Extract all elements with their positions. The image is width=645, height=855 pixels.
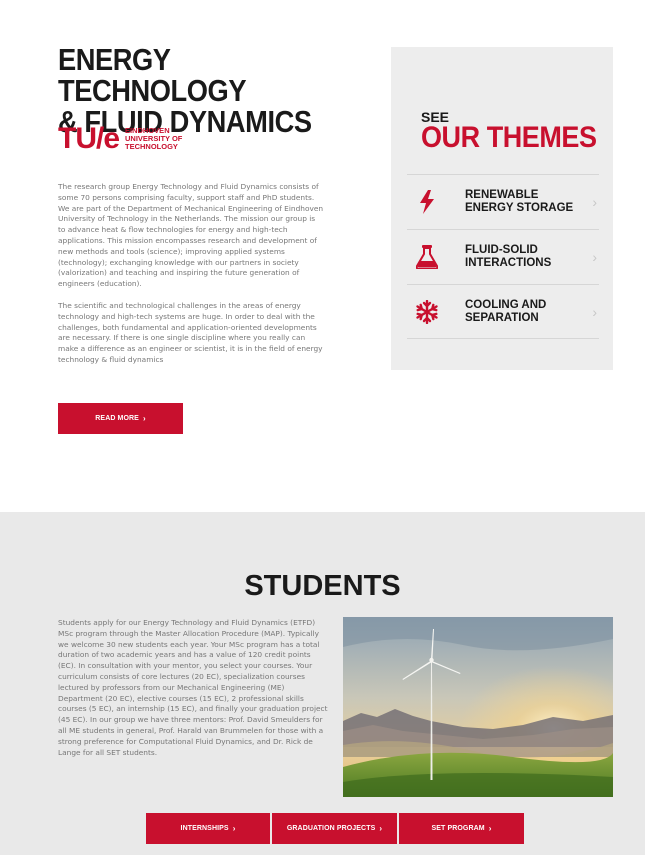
theme-item-cooling-and-separation[interactable]: COOLING AND SEPARATION › (407, 284, 599, 339)
lightning-icon (407, 175, 447, 229)
tue-logo[interactable]: TU/e EINDHOVEN UNIVERSITY OF TECHNOLOGY (58, 124, 182, 154)
chevron-right-icon: › (142, 414, 146, 423)
page-title-line1: ENERGY TECHNOLOGY (58, 42, 247, 108)
theme-item-renewable-energy-storage[interactable]: RENEWABLE ENERGY STORAGE › (407, 174, 599, 229)
chevron-right-icon: › (379, 824, 383, 833)
tue-logo-mark: TU/e (58, 122, 120, 155)
snowflake-icon (407, 285, 447, 338)
theme-label: COOLING AND SEPARATION (465, 298, 547, 324)
themes-panel: SEE OUR THEMES RENEWABLE ENERGY STORAGE … (391, 47, 613, 370)
read-more-label: READ MORE (95, 415, 139, 422)
chevron-right-icon: › (592, 249, 597, 265)
intro-paragraph-1: The research group Energy Technology and… (58, 182, 324, 289)
themes-heading: OUR THEMES (421, 121, 597, 154)
students-title: STUDENTS (244, 570, 401, 602)
students-section: STUDENTS Students apply for our Energy T… (0, 512, 645, 855)
intro-body: The research group Energy Technology and… (58, 182, 324, 366)
flask-icon (407, 230, 447, 284)
set-program-label: SET PROGRAM (431, 825, 485, 832)
intro-paragraph-2: The scientific and technological challen… (58, 300, 323, 364)
theme-label: RENEWABLE ENERGY STORAGE (465, 189, 574, 214)
tue-logo-text: EINDHOVEN UNIVERSITY OF TECHNOLOGY (125, 127, 182, 151)
read-more-button[interactable]: READ MORE › (58, 403, 183, 434)
internships-label: INTERNSHIPS (180, 825, 229, 832)
chevron-right-icon: › (232, 824, 236, 833)
chevron-right-icon: › (592, 303, 597, 320)
intro-section: ENERGY TECHNOLOGY & FLUID DYNAMICS TU/e … (0, 0, 645, 512)
students-paragraph: Students apply for our Energy Technology… (58, 618, 328, 757)
themes-list: RENEWABLE ENERGY STORAGE › FLUID-SOLID I… (407, 174, 599, 339)
wind-turbine-image (343, 617, 613, 797)
set-program-button[interactable]: SET PROGRAM › (399, 813, 524, 844)
theme-item-fluid-solid-interactions[interactable]: FLUID-SOLID INTERACTIONS › (407, 229, 599, 284)
logo-line-3: TECHNOLOGY (125, 142, 178, 151)
internships-button[interactable]: INTERNSHIPS › (146, 813, 270, 844)
theme-label: FLUID-SOLID INTERACTIONS (465, 244, 552, 269)
graduation-projects-label: GRADUATION PROJECTS (286, 825, 376, 832)
chevron-right-icon: › (488, 824, 492, 833)
chevron-right-icon: › (592, 194, 597, 210)
graduation-projects-button[interactable]: GRADUATION PROJECTS › (272, 813, 397, 844)
